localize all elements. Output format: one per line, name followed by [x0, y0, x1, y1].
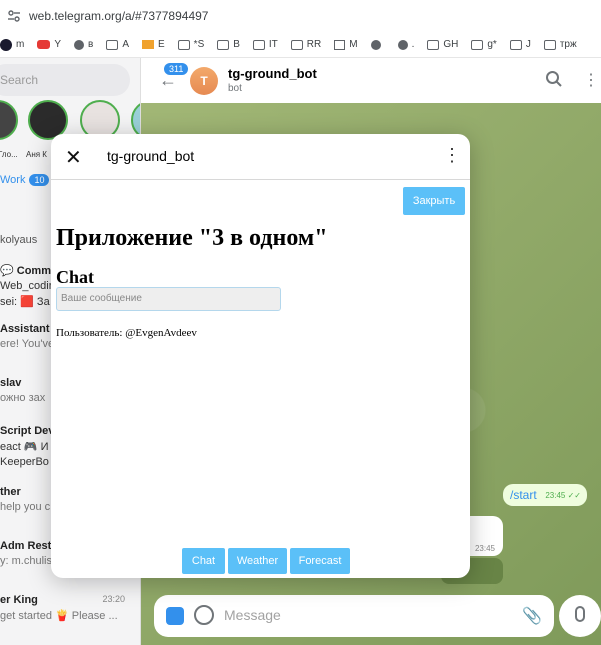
folder-count-badge: 10 — [29, 174, 50, 186]
modal-title: tg-ground_bot — [107, 148, 195, 164]
chat-snippet: get started 🍟 Please ... — [0, 610, 118, 622]
bookmark-label: A — [122, 39, 129, 50]
bookmark[interactable]: B — [217, 39, 240, 50]
bookmark[interactable]: GH — [427, 39, 458, 50]
globe-icon — [397, 39, 408, 50]
attach-icon[interactable]: 📎 — [522, 606, 542, 626]
folder-icon — [252, 39, 265, 50]
bookmark[interactable]: . — [397, 39, 415, 50]
mail-icon — [142, 40, 154, 49]
folder-label: Work — [0, 174, 26, 186]
message-time: 23:45 — [474, 544, 495, 553]
bookmark-label: RR — [306, 39, 322, 50]
message-time: 23:45 ✓✓ — [545, 491, 581, 500]
bookmark[interactable]: g* — [471, 39, 497, 50]
message-text: /start — [510, 488, 537, 502]
bookmark-label: GH — [443, 39, 459, 50]
bookmark-label: E — [158, 39, 165, 50]
bookmark[interactable]: в — [74, 39, 93, 50]
outgoing-message[interactable]: /start 23:45 ✓✓ — [503, 484, 587, 506]
bookmark-label: Y — [54, 39, 62, 50]
chat-subtitle: bot — [228, 83, 242, 94]
bookmark[interactable]: m — [0, 38, 25, 51]
tab-weather[interactable]: Weather — [228, 548, 287, 574]
story-name: Гло... — [0, 150, 18, 159]
site-settings-icon[interactable] — [7, 9, 21, 23]
bookmark[interactable]: IT — [252, 39, 278, 50]
bookmark[interactable]: M — [334, 39, 358, 50]
chat-title[interactable]: tg-ground_bot — [228, 66, 317, 81]
folder-icon — [509, 39, 522, 50]
globe-icon — [370, 39, 381, 50]
folder-icon — [543, 39, 556, 50]
bookmark[interactable]: Y — [37, 39, 61, 50]
bookmark[interactable]: трж — [543, 39, 577, 50]
bookmark-label: g* — [487, 39, 497, 50]
url-text[interactable]: web.telegram.org/a/#7377894497 — [29, 9, 208, 23]
bookmarks-bar: m Y в A E *S B IT RR M . GH g* J трж — [0, 32, 601, 58]
webapp-modal: ✕ tg-ground_bot ⋮ Закрыть Приложение "3 … — [51, 134, 470, 578]
ad-icon — [0, 38, 12, 51]
folder-icon — [471, 39, 484, 50]
voice-record-button[interactable] — [559, 595, 601, 637]
youtube-icon — [37, 40, 51, 49]
folder-icon — [217, 39, 230, 50]
bookmark-label: IT — [268, 39, 278, 50]
tab-forecast[interactable]: Forecast — [290, 548, 350, 574]
more-vertical-icon[interactable]: ⋮ — [583, 70, 599, 90]
bot-menu-icon[interactable] — [166, 607, 184, 625]
story-name: Аня К — [26, 150, 47, 159]
bookmark[interactable]: *S — [177, 39, 205, 50]
browser-address-bar[interactable]: web.telegram.org/a/#7377894497 — [0, 0, 601, 32]
search-input[interactable]: Search — [0, 64, 130, 96]
modal-header: ✕ tg-ground_bot ⋮ — [51, 134, 470, 180]
message-input[interactable]: Message — [224, 607, 281, 623]
avatar[interactable]: T — [190, 67, 218, 95]
story-avatar[interactable] — [0, 100, 18, 140]
bookmark-label: в — [88, 39, 94, 50]
microphone-icon — [575, 606, 585, 622]
bookmark[interactable]: RR — [290, 39, 322, 50]
bookmark[interactable]: E — [142, 39, 165, 50]
close-icon[interactable]: ✕ — [65, 145, 82, 170]
folder-icon — [177, 39, 190, 50]
user-info-text: Пользователь: @EvgenAvdeev — [56, 327, 197, 339]
search-icon[interactable] — [545, 70, 563, 88]
section-heading: Chat — [56, 267, 95, 287]
bookmark-label: трж — [559, 39, 577, 50]
bookmark-label: *S — [193, 39, 205, 50]
bookmark[interactable]: J — [509, 39, 531, 50]
globe-icon — [74, 39, 85, 50]
tab-chat[interactable]: Chat — [182, 548, 225, 574]
folder-icon — [290, 39, 303, 50]
chat-list-item[interactable]: er King get started 🍟 Please ... 23:20 — [0, 594, 140, 622]
app-title: Приложение "3 в одном" — [56, 225, 328, 251]
mailbox-icon — [334, 39, 346, 50]
message-composer[interactable]: Message 📎 — [154, 595, 554, 637]
chat-time: 23:20 — [102, 594, 125, 604]
bookmark-label: m — [16, 39, 25, 50]
folder-icon — [106, 39, 119, 50]
bookmark-label: J — [525, 39, 531, 50]
bookmark-label: M — [349, 39, 358, 50]
folder-tab-work[interactable]: Work 10 — [0, 174, 50, 186]
chat-header: ← 311 T tg-ground_bot bot ⋮ — [141, 58, 601, 103]
bookmark-label: B — [233, 39, 240, 50]
unread-count-badge: 311 — [164, 63, 189, 75]
emoji-icon[interactable] — [194, 605, 214, 625]
bookmark[interactable] — [370, 39, 385, 50]
folder-icon — [427, 39, 440, 50]
double-check-icon: ✓✓ — [567, 491, 581, 500]
more-vertical-icon[interactable]: ⋮ — [443, 145, 461, 166]
bookmark[interactable]: A — [106, 39, 129, 50]
message-field[interactable]: Ваше сообщение — [56, 287, 281, 311]
message-timestamp: 23:45 — [545, 491, 566, 500]
bookmark-label: . — [411, 39, 415, 50]
webapp-tab-bar: Chat Weather Forecast — [182, 548, 350, 574]
close-webapp-button[interactable]: Закрыть — [403, 187, 465, 215]
